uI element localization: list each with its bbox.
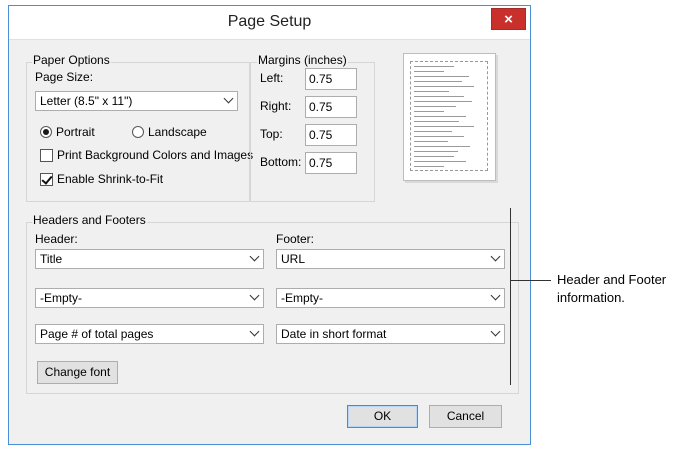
header-select-1[interactable]: Title — [35, 249, 264, 269]
callout-pointer-line — [511, 280, 551, 281]
shrink-to-fit-checkbox[interactable] — [40, 173, 53, 186]
header-select-2[interactable]: -Empty- — [35, 288, 264, 308]
preview-text-line — [414, 106, 456, 107]
preview-text-line — [414, 111, 444, 112]
page-size-select[interactable]: Letter (8.5" x 11") — [35, 91, 238, 111]
margin-bottom-input[interactable]: 0.75 — [305, 152, 357, 174]
footer-value-1: URL — [281, 252, 306, 266]
portrait-radio[interactable] — [40, 126, 52, 138]
page-setup-dialog: Page Setup × Paper Options Page Size: Le… — [8, 5, 531, 445]
preview-text-line — [414, 126, 474, 127]
footer-select-1[interactable]: URL — [276, 249, 505, 269]
chevron-down-icon — [249, 251, 260, 262]
preview-text-line — [414, 96, 464, 97]
header-value-2: -Empty- — [40, 291, 82, 305]
preview-text-line — [414, 86, 474, 87]
close-icon: × — [504, 11, 513, 28]
preview-text-line — [414, 141, 448, 142]
landscape-label: Landscape — [148, 125, 207, 139]
preview-text-line — [414, 161, 466, 162]
chevron-down-icon — [490, 326, 501, 337]
chevron-down-icon — [249, 326, 260, 337]
margin-top-input[interactable]: 0.75 — [305, 124, 357, 146]
ok-button[interactable]: OK — [347, 405, 418, 428]
header-value-3: Page # of total pages — [40, 327, 154, 341]
change-font-button[interactable]: Change font — [37, 361, 118, 384]
preview-text-line — [414, 116, 466, 117]
print-background-label: Print Background Colors and Images — [57, 148, 254, 162]
title-bar: Page Setup × — [9, 6, 530, 40]
footer-value-3: Date in short format — [281, 327, 387, 341]
margin-left-input[interactable]: 0.75 — [305, 68, 357, 90]
margin-right-input[interactable]: 0.75 — [305, 96, 357, 118]
paper-options-label: Paper Options — [32, 53, 111, 67]
preview-text-line — [414, 66, 454, 67]
dialog-title: Page Setup — [227, 13, 312, 30]
footer-select-3[interactable]: Date in short format — [276, 324, 505, 344]
close-button[interactable]: × — [491, 8, 526, 30]
preview-text-line — [414, 156, 454, 157]
chevron-down-icon — [490, 251, 501, 262]
headers-footers-label: Headers and Footers — [32, 213, 147, 227]
page-size-value: Letter (8.5" x 11") — [40, 94, 133, 108]
chevron-down-icon — [223, 93, 234, 104]
preview-text-line — [414, 151, 458, 152]
cancel-button[interactable]: Cancel — [429, 405, 502, 428]
callout-bracket-line — [510, 208, 511, 385]
preview-text-line — [414, 131, 452, 132]
page-size-label: Page Size: — [35, 70, 94, 84]
preview-text-line — [414, 76, 469, 77]
preview-text-line — [414, 166, 444, 167]
landscape-radio[interactable] — [132, 126, 144, 138]
header-label: Header: — [35, 232, 78, 246]
callout-text: Header and Footer information. — [557, 272, 667, 305]
preview-text-line — [414, 81, 462, 82]
preview-text-line — [414, 101, 472, 102]
preview-text-line — [414, 146, 470, 147]
shrink-to-fit-label: Enable Shrink-to-Fit — [57, 172, 164, 186]
chevron-down-icon — [490, 290, 501, 301]
preview-text-line — [414, 91, 449, 92]
print-background-checkbox[interactable] — [40, 149, 53, 162]
margin-top-label: Top: — [260, 127, 283, 141]
preview-text-line — [414, 121, 459, 122]
chevron-down-icon — [249, 290, 260, 301]
margin-left-label: Left: — [260, 71, 284, 85]
preview-text-line — [414, 71, 444, 72]
margins-label: Margins (inches) — [257, 53, 348, 67]
margin-bottom-label: Bottom: — [260, 155, 302, 169]
footer-value-2: -Empty- — [281, 291, 323, 305]
footer-label: Footer: — [276, 232, 315, 246]
header-value-1: Title — [40, 252, 63, 266]
page-preview — [403, 53, 496, 181]
footer-select-2[interactable]: -Empty- — [276, 288, 505, 308]
portrait-label: Portrait — [56, 125, 95, 139]
margin-right-label: Right: — [260, 99, 292, 113]
preview-text-line — [414, 136, 464, 137]
header-select-3[interactable]: Page # of total pages — [35, 324, 264, 344]
page-preview-margins — [410, 61, 488, 171]
